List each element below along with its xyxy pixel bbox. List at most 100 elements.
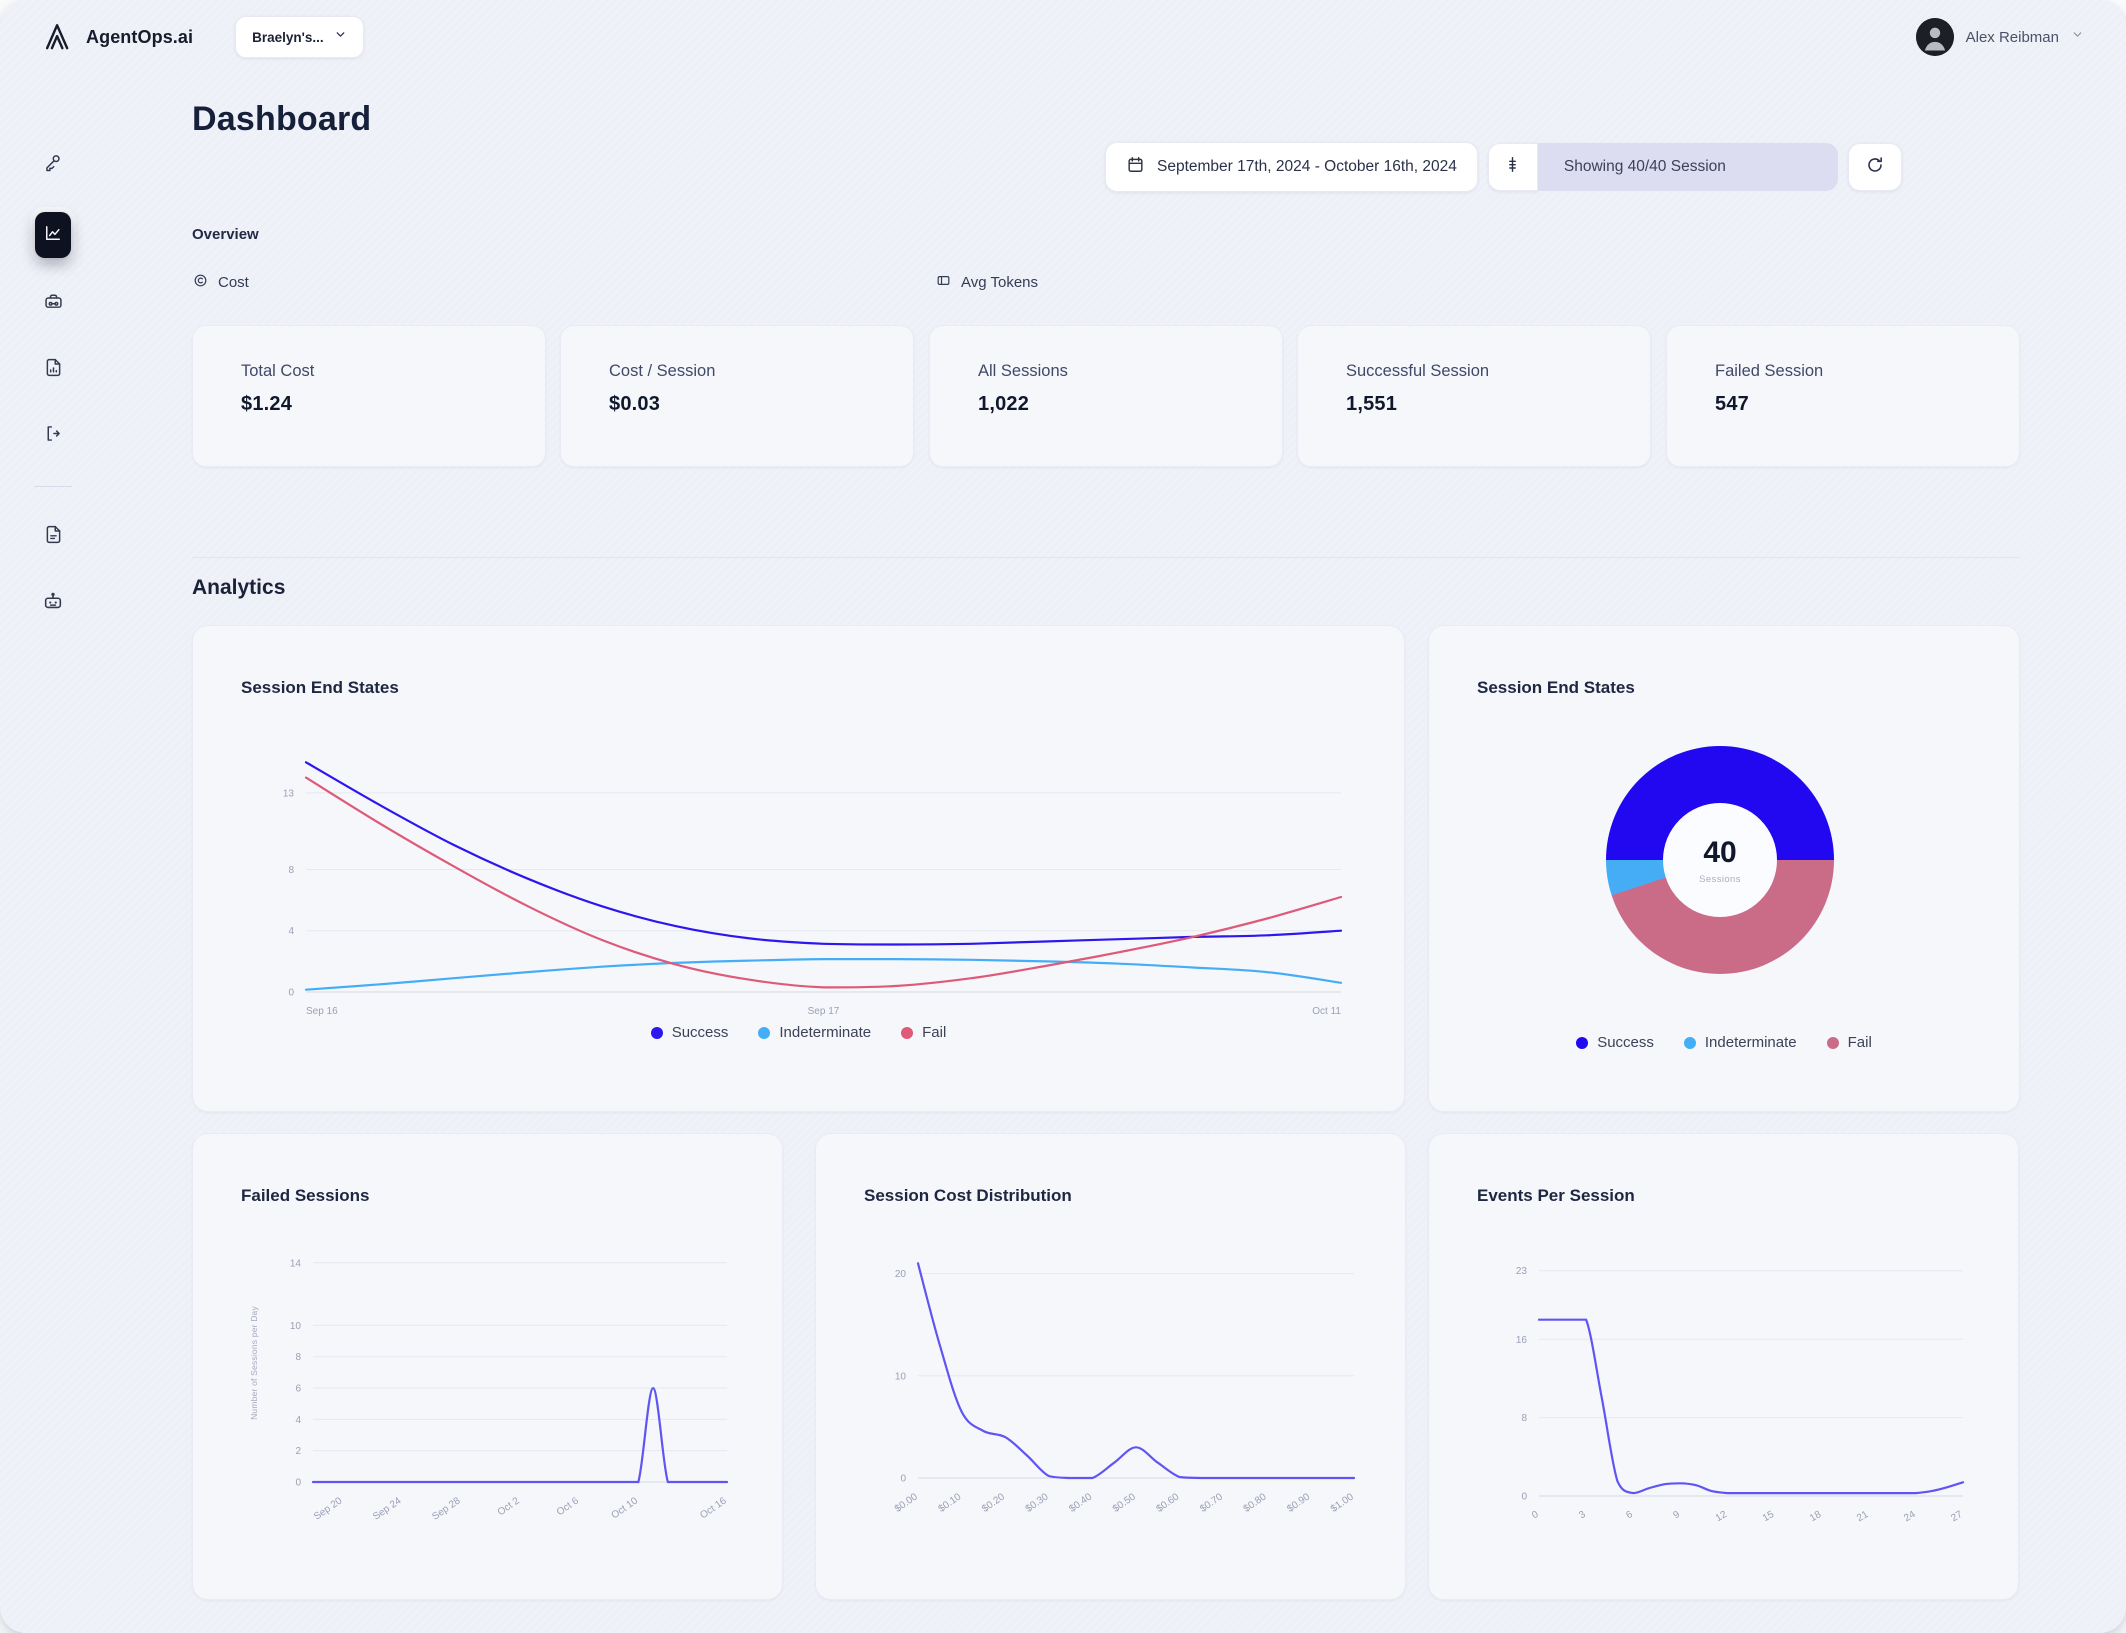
sidebar-item-sessions[interactable] [33, 284, 73, 324]
date-range-picker[interactable]: September 17th, 2024 - October 16th, 202… [1105, 142, 1478, 192]
svg-text:0: 0 [1530, 1509, 1541, 1522]
brand: AgentOps.ai [42, 19, 193, 56]
tab-avg-tokens[interactable]: Avg Tokens [935, 272, 1038, 293]
svg-text:Sep 16: Sep 16 [306, 1006, 338, 1017]
legend-item-fail: Fail [1826, 1034, 1872, 1051]
tab-cost[interactable]: Cost [192, 272, 249, 293]
svg-text:18: 18 [1808, 1509, 1824, 1524]
svg-text:$0.30: $0.30 [1024, 1491, 1051, 1515]
stat-value: 1,551 [1346, 393, 1398, 415]
donut-value: 40 [1703, 835, 1737, 869]
legend-dot [1683, 1036, 1696, 1049]
bot-case-icon [43, 291, 64, 317]
stat-card-total-cost: Total Cost $1.24 [192, 325, 546, 467]
legend-item-indeterminate: Indeterminate [1683, 1034, 1797, 1051]
svg-text:Sep 28: Sep 28 [430, 1495, 463, 1522]
svg-text:24: 24 [1902, 1509, 1918, 1524]
workspace-dropdown[interactable]: Braelyn's... [235, 16, 364, 58]
legend-item-success: Success [1576, 1034, 1654, 1051]
svg-text:8: 8 [295, 1352, 301, 1363]
agentops-logo-icon [42, 19, 74, 56]
chart-title: Session End States [1477, 678, 1635, 697]
session-cost-distribution-chart: 0 10 20 $0.00 $0.10 $0.20 $0.30 $0.40 $0.50 $0.60… [893, 1262, 1356, 1515]
chart-title: Failed Sessions [241, 1186, 370, 1205]
svg-text:23: 23 [1516, 1266, 1528, 1277]
svg-text:0: 0 [295, 1478, 301, 1489]
header-controls: September 17th, 2024 - October 16th, 202… [1105, 142, 1902, 192]
tab-cost-label: Cost [218, 274, 249, 291]
legend-label: Indeterminate [779, 1024, 872, 1041]
legend-label: Indeterminate [1704, 1034, 1797, 1051]
legend-dot [650, 1026, 663, 1039]
sliders-icon [1503, 155, 1522, 179]
tab-avg-tokens-label: Avg Tokens [961, 274, 1038, 291]
sidebar-item-docs[interactable] [33, 517, 73, 557]
sidebar-item-dashboard[interactable] [35, 212, 71, 258]
svg-text:15: 15 [1761, 1509, 1777, 1524]
legend-item-indeterminate: Indeterminate [758, 1024, 871, 1041]
chart-legend: Success Indeterminate Fail [193, 1024, 1404, 1041]
code-bracket-icon [43, 423, 64, 449]
svg-text:3: 3 [1577, 1509, 1588, 1522]
overview-heading: Overview [192, 226, 259, 243]
legend-label: Success [1597, 1034, 1654, 1051]
filter-button[interactable] [1487, 143, 1538, 191]
sidebar-item-reports[interactable] [33, 350, 73, 390]
refresh-button[interactable] [1847, 143, 1902, 191]
svg-text:Sep 24: Sep 24 [371, 1495, 404, 1522]
svg-text:6: 6 [1624, 1509, 1635, 1522]
stat-card-cost-per-session: Cost / Session $0.03 [560, 325, 914, 467]
page-title: Dashboard [192, 100, 372, 138]
svg-text:$0.40: $0.40 [1067, 1491, 1094, 1515]
coin-icon [192, 272, 209, 293]
svg-text:$0.60: $0.60 [1155, 1491, 1182, 1515]
session-end-states-line-chart: 0 4 8 13 Sep 16 Sep 17 Oct 11 [283, 761, 1343, 1017]
failed-sessions-chart: 0 2 4 6 8 10 14 Number of Sessions per Day Sep 2… [249, 1258, 729, 1522]
legend-label: Fail [1847, 1034, 1872, 1051]
app-window: AgentOps.ai Braelyn's... Alex Reibman Da… [0, 0, 2126, 1633]
chevron-down-icon [334, 28, 347, 46]
donut-center: 40 Sessions [1663, 803, 1777, 917]
brand-name: AgentOps.ai [86, 26, 194, 47]
svg-text:2: 2 [295, 1446, 301, 1457]
workspace-name: Braelyn's... [252, 29, 324, 45]
svg-text:0: 0 [1521, 1492, 1527, 1503]
svg-text:10: 10 [895, 1371, 907, 1382]
stat-card-all-sessions: All Sessions 1,022 [929, 325, 1283, 467]
svg-text:10: 10 [290, 1321, 302, 1332]
legend-dot [1576, 1036, 1589, 1049]
stat-value: $0.03 [609, 393, 661, 415]
svg-text:21: 21 [1855, 1509, 1871, 1524]
chart-title: Events Per Session [1477, 1186, 1635, 1205]
svg-text:0: 0 [900, 1474, 906, 1485]
legend-item-success: Success [650, 1024, 728, 1041]
session-end-states-line-card: Session End States 0 4 8 13 Sep 16 Sep 17 Oct … [192, 625, 1405, 1112]
svg-text:4: 4 [288, 926, 294, 937]
sidebar-item-keys[interactable] [33, 146, 73, 186]
session-end-states-donut-card: Session End States 40 Sessions Success I… [1428, 625, 2020, 1112]
svg-text:8: 8 [288, 865, 294, 876]
file-chart-icon [43, 357, 64, 383]
stat-label: Failed Session [1715, 362, 1824, 380]
sidebar-item-playground[interactable] [33, 583, 73, 623]
sidebar-item-traces[interactable] [33, 416, 73, 456]
svg-text:$1.00: $1.00 [1329, 1491, 1356, 1515]
refresh-icon [1865, 155, 1885, 180]
legend-item-fail: Fail [901, 1024, 946, 1041]
analytics-heading: Analytics [192, 576, 286, 599]
chart-title: Session Cost Distribution [864, 1186, 1072, 1205]
sidebar [0, 74, 106, 1633]
stat-label: Successful Session [1346, 362, 1490, 380]
user-menu[interactable]: Alex Reibman [1915, 18, 2084, 56]
svg-text:$0.50: $0.50 [1111, 1491, 1138, 1515]
legend-dot [758, 1026, 771, 1039]
stat-card-successful-session: Successful Session 1,551 [1297, 325, 1651, 467]
svg-text:Sep 20: Sep 20 [312, 1495, 345, 1522]
svg-text:Oct 10: Oct 10 [610, 1495, 641, 1521]
token-icon [935, 272, 952, 293]
chevron-down-icon [2071, 28, 2084, 46]
showing-sessions-pill[interactable]: Showing 40/40 Session [1537, 143, 1838, 191]
legend-dot [1826, 1036, 1839, 1049]
session-end-states-donut-chart: 40 Sessions [1606, 746, 1834, 974]
events-per-session-card: Events Per Session 0 8 16 23 0 3 6 9 12 15 18 21 24 2… [1428, 1133, 2019, 1600]
